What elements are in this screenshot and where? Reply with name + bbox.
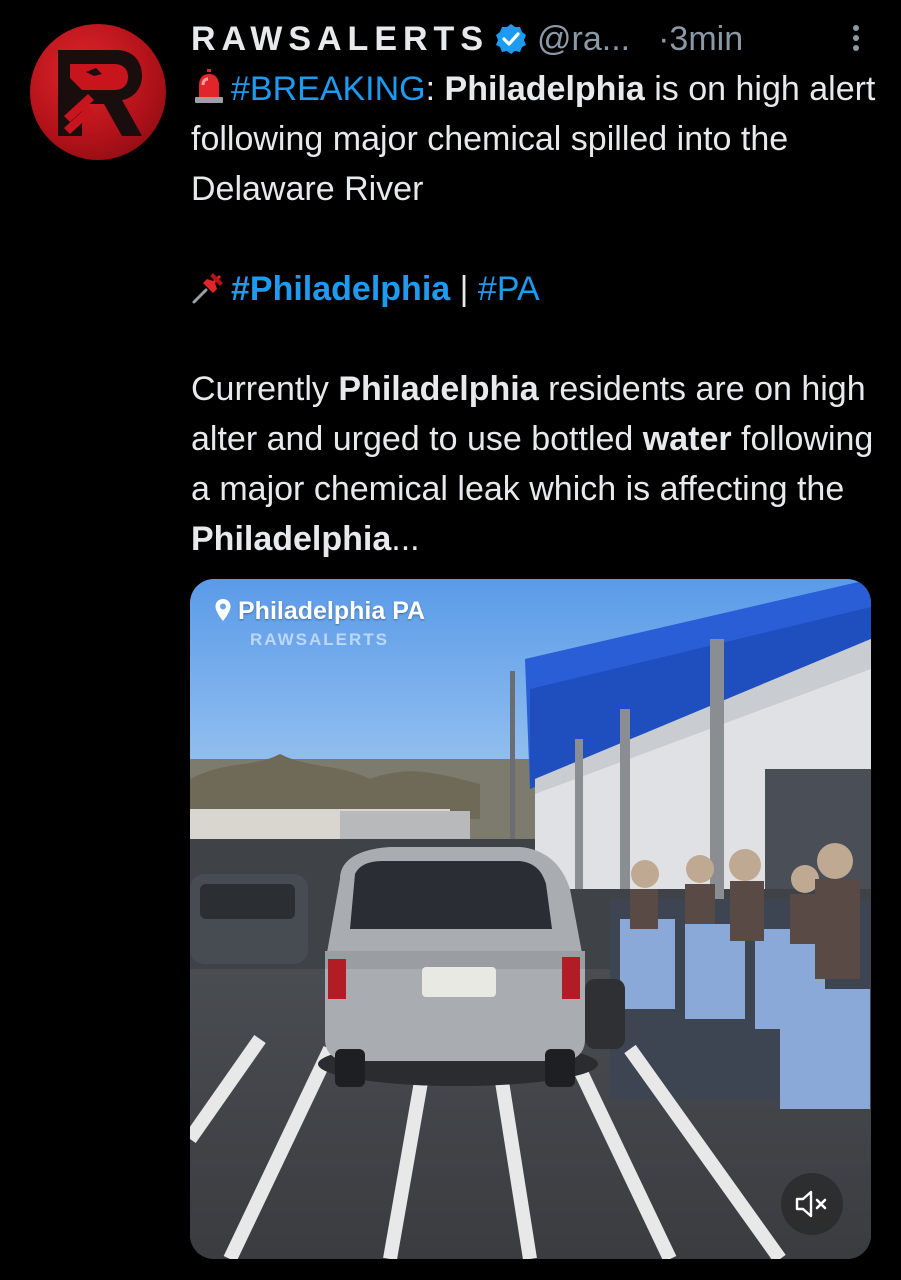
location-pin-icon xyxy=(215,599,231,621)
author-handle[interactable]: @ra... xyxy=(537,20,630,59)
mute-button[interactable] xyxy=(781,1173,843,1235)
headline-paragraph: #BREAKING: Philadelphia is on high alert… xyxy=(191,64,881,214)
time-value: 3min xyxy=(669,19,744,58)
watermark: RAWSALERTS xyxy=(250,630,389,649)
body-end: ... xyxy=(391,520,420,558)
hashtag-breaking[interactable]: #BREAKING xyxy=(231,70,426,108)
pushpin-emoji-icon xyxy=(192,273,223,304)
body-bold-3: Philadelphia xyxy=(191,520,392,558)
location-label: Philadelphia PA xyxy=(214,597,425,626)
rawsalerts-logo-icon xyxy=(58,50,142,136)
tweet-header: RAWSALERTS @ra... ·3min xyxy=(191,18,871,60)
avatar[interactable] xyxy=(30,24,166,160)
hashtag-pa[interactable]: #PA xyxy=(478,270,540,308)
speaker-muted-icon xyxy=(795,1190,827,1218)
tweet-text: #BREAKING: Philadelphia is on high alert… xyxy=(191,64,881,564)
hashtag-philadelphia[interactable]: #Philadelphia xyxy=(231,270,450,308)
tweet-video[interactable]: Philadelphia PA RAWSALERTS xyxy=(190,579,871,1259)
tag-separator: | xyxy=(450,270,478,308)
body-start: Currently xyxy=(191,370,339,408)
tags-paragraph: #Philadelphia | #PA xyxy=(191,264,881,314)
siren-emoji-icon xyxy=(195,69,223,103)
more-options-icon[interactable] xyxy=(851,22,861,54)
headline-colon: : xyxy=(425,70,436,108)
verified-badge-icon xyxy=(496,24,526,54)
headline-bold: Philadelphia xyxy=(444,70,645,108)
author-name[interactable]: RAWSALERTS xyxy=(191,20,489,59)
video-frame xyxy=(190,579,871,1259)
body-bold-2: water xyxy=(642,420,732,458)
time-separator: · xyxy=(658,19,670,58)
location-text: Philadelphia PA xyxy=(238,597,426,625)
body-paragraph: Currently Philadelphia residents are on … xyxy=(191,364,881,564)
tweet-time: ·3min xyxy=(658,20,743,59)
body-bold-1: Philadelphia xyxy=(338,370,539,408)
